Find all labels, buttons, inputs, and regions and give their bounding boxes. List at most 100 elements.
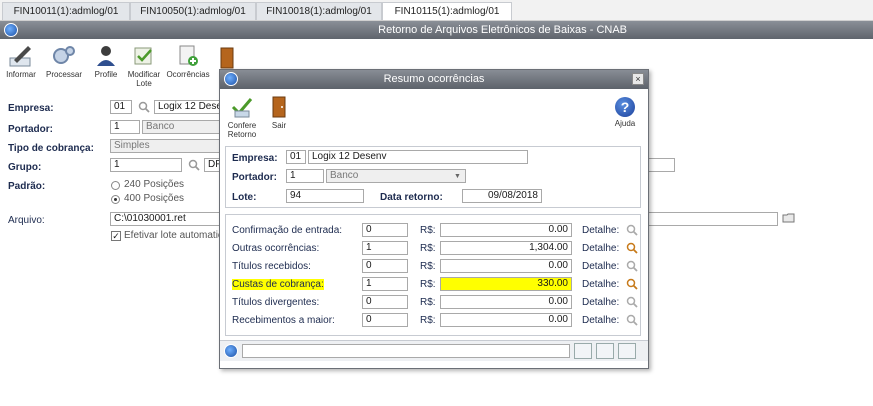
dialog-status-bar <box>220 340 648 361</box>
grupo-desc-field-edge <box>647 158 675 172</box>
summary-row-label: Outras ocorrências: <box>232 243 320 254</box>
summary-row-count: 0 <box>362 259 408 273</box>
summary-row-currency: R$: <box>420 261 436 272</box>
ajuda-label: Ajuda <box>614 119 636 128</box>
padrao-240-radio[interactable] <box>111 181 120 190</box>
summary-row-label: Custas de cobrança: <box>232 279 324 290</box>
padrao-400-label: 400 Posições <box>124 193 185 204</box>
ocorrencias-button[interactable]: Ocorrências <box>166 44 210 79</box>
summary-row-amount: 1,304.00 <box>440 241 572 255</box>
arquivo-field-edge <box>647 212 778 226</box>
grupo-code-field[interactable]: 1 <box>110 158 182 172</box>
chat-icon[interactable] <box>618 343 636 359</box>
summary-row-label: Recebimentos a maior: <box>232 315 335 326</box>
ajuda-button[interactable]: ? Ajuda <box>610 97 640 128</box>
tab-fin10018[interactable]: FIN10018(1):admlog/01 <box>256 2 382 20</box>
dialog-title: Resumo ocorrências <box>383 73 485 85</box>
padrao-label: Padrão: <box>8 181 46 192</box>
search-icon[interactable] <box>188 159 200 171</box>
summary-row-currency: R$: <box>420 243 436 254</box>
user-icon <box>97 46 115 66</box>
detail-search-icon[interactable] <box>626 296 638 308</box>
summary-row-detalhe-label: Detalhe: <box>582 297 620 308</box>
dialog-portador-select[interactable]: Banco <box>326 169 466 183</box>
efetivar-checkbox[interactable]: ✓ <box>111 231 121 241</box>
detail-search-icon[interactable] <box>626 224 638 236</box>
help-icon: ? <box>615 97 635 117</box>
informar-label: Informar <box>6 70 36 79</box>
summary-row-count: 1 <box>362 277 408 291</box>
tab-fin10115[interactable]: FIN10115(1):admlog/01 <box>382 2 512 20</box>
dialog-data-retorno-label: Data retorno: <box>380 192 443 203</box>
tipo-cobranca-select[interactable]: Simples <box>110 139 220 153</box>
portador-code-field[interactable]: 1 <box>110 120 140 134</box>
summary-row-count: 0 <box>362 313 408 327</box>
dialog-empresa-name: Logix 12 Desenv <box>308 150 528 164</box>
dialog-lote-label: Lote: <box>232 192 257 203</box>
sair-button[interactable]: Sair <box>266 95 292 130</box>
summary-row-detalhe-label: Detalhe: <box>582 225 620 236</box>
edit-check-icon <box>134 47 152 65</box>
window-title: Retorno de Arquivos Eletrônicos de Baixa… <box>378 24 627 36</box>
detail-search-icon[interactable] <box>626 314 638 326</box>
document-add-icon <box>179 45 198 66</box>
status-logo-icon <box>224 344 238 358</box>
dialog-close-button[interactable]: × <box>632 73 644 85</box>
print-icon[interactable] <box>596 343 614 359</box>
summary-row-detalhe-label: Detalhe: <box>582 315 620 326</box>
sair-label: Sair <box>271 121 287 130</box>
padrao-400-radio[interactable] <box>111 195 120 204</box>
resumo-ocorrencias-dialog: Resumo ocorrências × Confere Retorno Sai… <box>219 69 649 369</box>
dialog-empresa-label: Empresa: <box>232 153 278 164</box>
summary-row-amount: 0.00 <box>440 259 572 273</box>
summary-row-amount: 330.00 <box>440 277 572 291</box>
empresa-name-field: Logix 12 Desenv <box>154 100 220 114</box>
gears-icon <box>53 46 75 64</box>
dialog-empresa-code: 01 <box>286 150 306 164</box>
dialog-header-group: Empresa: 01 Logix 12 Desenv Portador: 1 … <box>225 146 641 208</box>
expand-icon[interactable] <box>574 343 592 359</box>
confere-retorno-button[interactable]: Confere Retorno <box>224 95 260 139</box>
tab-fin10011[interactable]: FIN10011(1):admlog/01 <box>2 2 130 20</box>
check-pen-icon <box>231 98 253 118</box>
summary-row-detalhe-label: Detalhe: <box>582 261 620 272</box>
summary-row-currency: R$: <box>420 225 436 236</box>
empresa-label: Empresa: <box>8 103 54 114</box>
folder-icon[interactable] <box>782 212 796 224</box>
dialog-portador-code: 1 <box>286 169 324 183</box>
modificar-lote-button[interactable]: Modificar Lote <box>124 44 164 88</box>
arquivo-field[interactable]: C:\01030001.ret <box>110 212 220 226</box>
detail-search-icon[interactable] <box>626 260 638 272</box>
confere-retorno-label: Confere Retorno <box>227 121 257 139</box>
tipo-cobranca-label: Tipo de cobrança: <box>8 143 94 154</box>
summary-row-count: 1 <box>362 241 408 255</box>
tab-bar: FIN10011(1):admlog/01 FIN10050(1):admlog… <box>0 0 873 21</box>
summary-row-amount: 0.00 <box>440 295 572 309</box>
tab-fin10050[interactable]: FIN10050(1):admlog/01 <box>130 2 256 20</box>
search-icon[interactable] <box>138 101 150 113</box>
ocorrencias-label: Ocorrências <box>166 70 210 79</box>
summary-row-count: 0 <box>362 295 408 309</box>
summary-row-count: 0 <box>362 223 408 237</box>
detail-search-icon[interactable] <box>626 242 638 254</box>
summary-row-currency: R$: <box>420 297 436 308</box>
informar-button[interactable]: Informar <box>4 44 38 79</box>
summary-row-label: Confirmação de entrada: <box>232 225 343 236</box>
dialog-summary-group: Confirmação de entrada: 0 R$: 0.00 Detalhe: O… <box>225 214 641 336</box>
processar-button[interactable]: Processar <box>44 44 84 79</box>
dialog-lote-field: 94 <box>286 189 364 203</box>
empresa-code-field[interactable]: 01 <box>110 100 132 114</box>
exit-door-icon[interactable] <box>218 46 238 70</box>
summary-row-amount: 0.00 <box>440 223 572 237</box>
detail-search-icon[interactable] <box>626 278 638 290</box>
dialog-portador-label: Portador: <box>232 172 277 183</box>
profile-button[interactable]: Profile <box>90 44 122 79</box>
modificar-lote-label: Modificar Lote <box>127 70 161 88</box>
processar-label: Processar <box>45 70 82 79</box>
summary-row-amount: 0.00 <box>440 313 572 327</box>
dialog-logo-icon <box>224 72 238 86</box>
pen-icon <box>9 46 31 67</box>
dialog-titlebar: Resumo ocorrências × <box>220 70 648 89</box>
grupo-label: Grupo: <box>8 162 42 173</box>
profile-label: Profile <box>94 70 118 79</box>
